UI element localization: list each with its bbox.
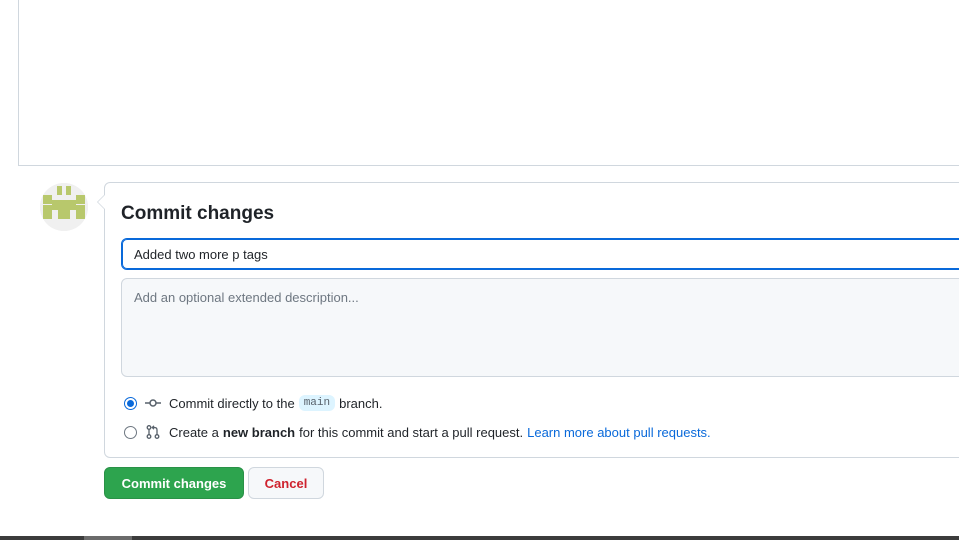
commit-description-textarea[interactable] — [121, 278, 959, 377]
commit-form-title: Commit changes — [121, 203, 275, 224]
file-editor-area[interactable] — [18, 0, 959, 166]
commit-directly-prefix: Commit directly to the — [169, 395, 295, 411]
bottom-taskbar-edge — [0, 536, 959, 540]
git-commit-icon — [145, 399, 161, 407]
commit-summary-input[interactable] — [121, 238, 959, 270]
identicon-icon — [40, 183, 88, 231]
branch-name-badge: main — [298, 395, 336, 411]
new-branch-suffix: for this commit and start a pull request… — [299, 424, 524, 440]
avatar — [40, 183, 88, 231]
learn-more-pull-requests-link[interactable]: Learn more about pull requests. — [527, 425, 711, 440]
commit-changes-button[interactable]: Commit changes — [104, 467, 244, 499]
cancel-button[interactable]: Cancel — [248, 467, 324, 499]
commit-form: Commit changes Commit directly to the ma… — [97, 182, 959, 458]
commit-directly-option[interactable]: Commit directly to the main branch. — [124, 395, 382, 411]
new-branch-bold: new branch — [222, 424, 296, 440]
git-pull-request-icon — [146, 425, 160, 439]
new-branch-option[interactable]: Create a new branch for this commit and … — [124, 424, 711, 440]
commit-directly-radio[interactable] — [124, 396, 137, 410]
new-branch-radio[interactable] — [124, 425, 137, 439]
new-branch-prefix: Create a — [169, 424, 219, 440]
commit-directly-suffix: branch. — [339, 395, 383, 411]
